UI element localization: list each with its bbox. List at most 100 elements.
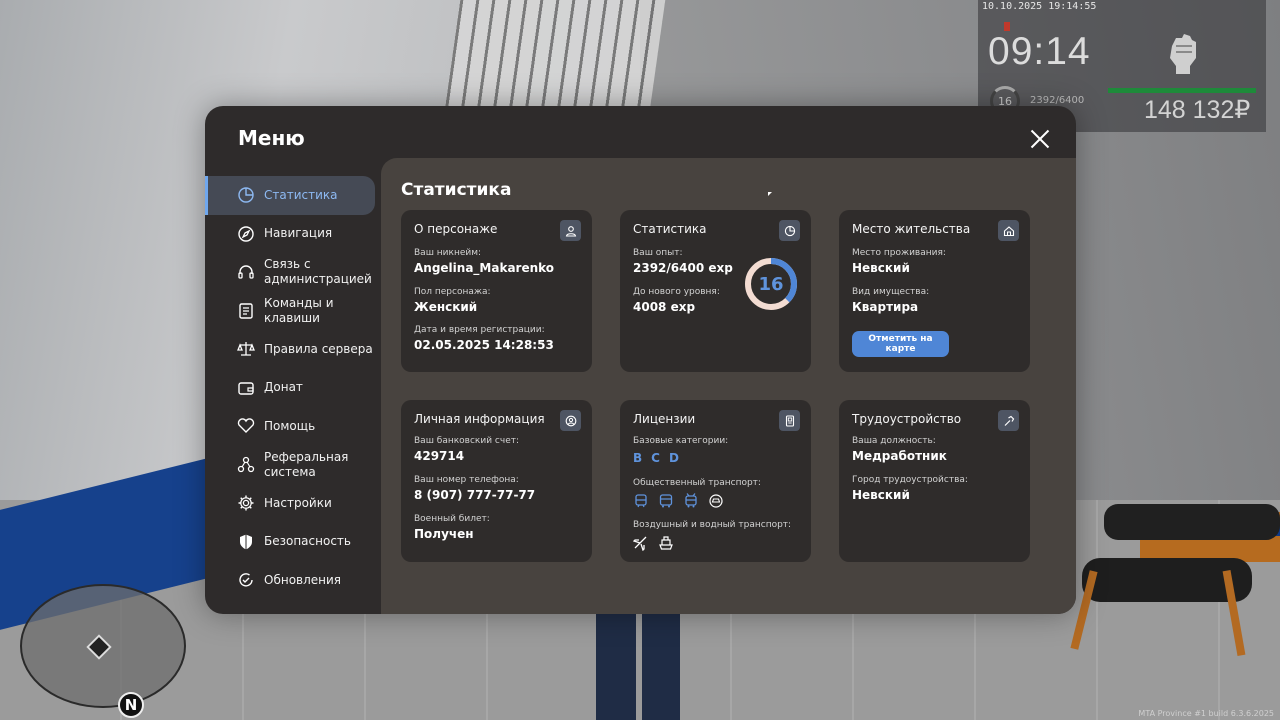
- work-city-label: Город трудоустройства:: [852, 475, 968, 485]
- field-basic-categories: Базовые категории: B C D: [633, 436, 728, 465]
- field-military: Военный билет: Получен: [414, 514, 490, 541]
- field-gender: Пол персонажа: Женский: [414, 287, 491, 314]
- level-progress-ring: 16: [743, 256, 799, 312]
- card-stats: Статистика Ваш опыт: 2392/6400 exp До но…: [620, 210, 811, 372]
- watermark: MTA Province #1 build 6.3.6.2025: [1138, 709, 1274, 718]
- scales-icon: [237, 340, 255, 358]
- card-licenses: Лицензии Базовые категории: B C D Общест…: [620, 400, 811, 562]
- military-value: Получен: [414, 527, 474, 541]
- nickname-label: Ваш никнейм:: [414, 248, 482, 258]
- registration-label: Дата и время регистрации:: [414, 325, 545, 335]
- player-character: [596, 612, 680, 720]
- categories-row: B C D: [633, 451, 728, 465]
- field-air-water-transport: Воздушный и водный транспорт:: [632, 520, 792, 552]
- field-exp: Ваш опыт: 2392/6400 exp: [633, 248, 733, 275]
- content-title: Статистика: [401, 180, 512, 200]
- public-transport-label: Общественный транспорт:: [633, 478, 761, 488]
- license-category: B: [633, 451, 643, 465]
- sidebar-item-statistics[interactable]: Статистика: [205, 176, 375, 215]
- sidebar: Статистика Навигация Связь с администрац…: [205, 176, 381, 600]
- sidebar-item-help[interactable]: Помощь: [205, 407, 375, 446]
- card-title: Место жительства: [852, 222, 971, 236]
- fist-icon: [1162, 32, 1202, 76]
- position-label: Ваша должность:: [852, 436, 936, 446]
- content-panel: Статистика О персонаже Ваш никнейм: Ange…: [381, 158, 1076, 614]
- sidebar-item-rules[interactable]: Правила сервера: [205, 330, 375, 369]
- bank-label: Ваш банковский счет:: [414, 436, 520, 446]
- menu-title: Меню: [238, 126, 305, 150]
- sidebar-item-navigation[interactable]: Навигация: [205, 215, 375, 254]
- military-label: Военный билет:: [414, 514, 490, 524]
- field-place: Место проживания: Невский: [852, 248, 946, 275]
- place-value: Невский: [852, 261, 910, 275]
- gender-label: Пол персонажа:: [414, 287, 491, 297]
- network-icon: [237, 456, 255, 474]
- license-category: D: [668, 451, 679, 465]
- trolleybus-icon: [683, 493, 699, 509]
- basic-categories-label: Базовые категории:: [633, 436, 729, 446]
- sidebar-item-settings[interactable]: Настройки: [205, 484, 375, 523]
- sidebar-item-label: Правила сервера: [264, 341, 373, 356]
- card-title: Трудоустройство: [852, 412, 962, 426]
- card-title: Личная информация: [414, 412, 545, 426]
- next-level-value: 4008 exp: [633, 300, 696, 314]
- hud-exp: 2392/6400: [1030, 95, 1085, 106]
- minimap: N: [20, 584, 186, 718]
- bank-value: 429714: [414, 449, 465, 463]
- card-title: Лицензии: [633, 412, 696, 426]
- headset-icon: [237, 263, 255, 281]
- sidebar-item-label: Навигация: [264, 226, 333, 241]
- pie-chart-icon: [237, 186, 255, 204]
- air-water-transport-label: Воздушный и водный транспорт:: [633, 520, 792, 530]
- sidebar-item-label: Реферальная система: [264, 449, 349, 479]
- sidebar-item-commands[interactable]: Команды и клавиши: [205, 292, 375, 331]
- chair: [1060, 500, 1280, 660]
- player-arrow-icon: [86, 634, 112, 660]
- mouse-cursor: [768, 192, 772, 196]
- sidebar-item-donate[interactable]: Донат: [205, 369, 375, 408]
- tram-icon: [633, 493, 649, 509]
- mark-on-map-button[interactable]: Отметить на карте: [852, 331, 949, 357]
- id-card-icon: [779, 410, 800, 431]
- hud-money: 148 132₽: [1144, 96, 1251, 124]
- field-position: Ваша должность: Медработник: [852, 436, 947, 463]
- hud-clock: 09:14: [988, 30, 1091, 73]
- exp-label: Ваш опыт:: [633, 248, 683, 258]
- sidebar-item-admin-contact[interactable]: Связь с администрацией: [205, 253, 375, 292]
- sidebar-item-label: Помощь: [264, 418, 316, 433]
- sidebar-item-label: Донат: [264, 380, 303, 395]
- card-title: О персонаже: [414, 222, 498, 236]
- ceiling-light: [443, 0, 666, 118]
- sidebar-item-referral[interactable]: Реферальная система: [205, 446, 375, 485]
- hud-datetime: 10.10.2025 19:14:55: [982, 1, 1097, 12]
- registration-value: 02.05.2025 14:28:53: [414, 338, 554, 352]
- user-icon: [560, 220, 581, 241]
- level-number: 16: [758, 273, 784, 295]
- card-personal: Личная информация Ваш банковский счет: 4…: [401, 400, 592, 562]
- field-work-city: Город трудоустройства: Невский: [852, 475, 968, 502]
- taxi-icon: [708, 493, 724, 509]
- user-circle-icon: [560, 410, 581, 431]
- sidebar-item-updates[interactable]: Обновления: [205, 561, 375, 600]
- handshake-heart-icon: [237, 417, 255, 435]
- field-registration: Дата и время регистрации: 02.05.2025 14:…: [414, 325, 554, 352]
- close-icon[interactable]: [1029, 128, 1051, 150]
- sidebar-item-label: Статистика: [264, 187, 338, 202]
- property-value: Квартира: [852, 300, 919, 314]
- airplane-icon: [632, 535, 649, 552]
- sidebar-item-label: Безопасность: [264, 534, 351, 549]
- card-title: Статистика: [633, 222, 707, 236]
- field-property: Вид имущества: Квартира: [852, 287, 929, 314]
- place-label: Место проживания:: [852, 248, 946, 258]
- pie-chart-icon: [779, 220, 800, 241]
- field-public-transport: Общественный транспорт:: [633, 478, 761, 509]
- house-icon: [998, 220, 1019, 241]
- sidebar-item-security[interactable]: Безопасность: [205, 523, 375, 562]
- exp-value: 2392/6400 exp: [633, 261, 733, 275]
- position-value: Медработник: [852, 449, 947, 463]
- nickname-value: Angelina_Makarenko: [414, 261, 555, 275]
- next-level-label: До нового уровня:: [633, 287, 720, 297]
- field-bank: Ваш банковский счет: 429714: [414, 436, 519, 463]
- card-character: О персонаже Ваш никнейм: Angelina_Makare…: [401, 210, 592, 372]
- sidebar-item-label: Связь с администрацией: [264, 257, 372, 287]
